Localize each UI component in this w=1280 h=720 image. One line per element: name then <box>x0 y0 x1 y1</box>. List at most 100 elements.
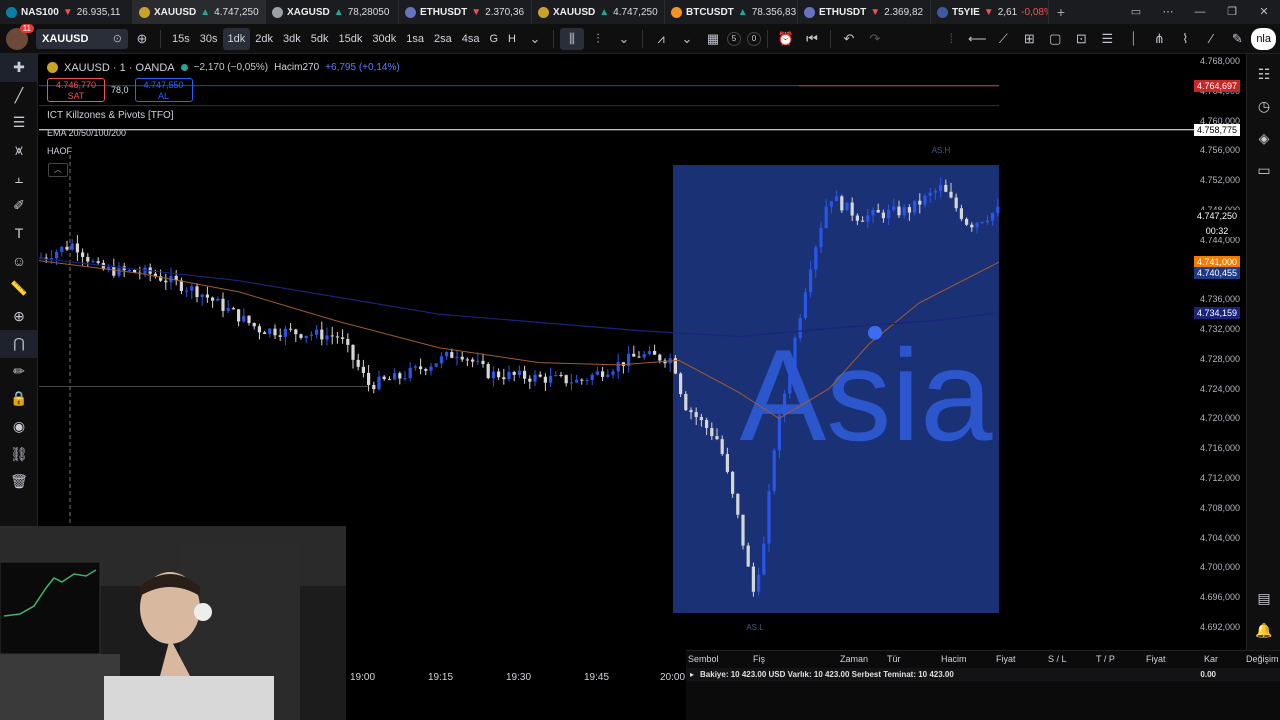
bar-chart-type-icon[interactable]: ⫶ <box>586 28 610 50</box>
orders-column-header[interactable]: S / L <box>1048 654 1067 664</box>
compare-icon[interactable]: ⊙ <box>113 32 122 45</box>
tab-btcusdt[interactable]: BTCUSDT ▲ 78.356,83 ✕ <box>665 0 798 24</box>
orders-column-header[interactable]: Değişim <box>1246 654 1279 664</box>
eye-icon[interactable]: ◉ <box>0 413 38 441</box>
tab-ethusdt[interactable]: ETHUSDT ▼ 2.369,82 ✕ <box>798 0 931 24</box>
more-icon[interactable]: ⋯ <box>1152 0 1184 24</box>
close-icon[interactable]: ✕ <box>1248 0 1280 24</box>
interval-3dk[interactable]: 3dk <box>278 28 306 50</box>
drag-handle-icon[interactable]: ⁞ <box>939 28 963 50</box>
chevron-down-icon[interactable]: ⌄ <box>523 28 547 50</box>
interval-1dk[interactable]: 1dk <box>222 27 251 50</box>
tab-nas100[interactable]: NAS100 ▼ 26.935,11 ✕ <box>0 0 133 24</box>
orders-column-header[interactable]: Tür <box>887 654 901 664</box>
pitchfork-icon[interactable]: ⋔ <box>1147 28 1171 50</box>
chevron-up-icon[interactable]: ︿ <box>48 163 68 177</box>
indicators-icon[interactable]: ⩘ <box>649 28 673 50</box>
user-avatar[interactable]: 11 <box>6 23 34 50</box>
orders-column-header[interactable]: Sembol <box>688 654 719 664</box>
ruler-icon[interactable]: 📏 <box>0 275 38 303</box>
sell-button[interactable]: 4.746,770 SAT <box>47 78 105 102</box>
watchlist-icon[interactable]: ☷ <box>1247 58 1280 90</box>
orders-column-header[interactable]: Fiyat <box>1146 654 1166 664</box>
trendline-icon[interactable]: ⟋ <box>991 28 1015 50</box>
layout-grid-icon[interactable]: ▦ <box>701 28 725 50</box>
buy-button[interactable]: 4.747,550 AL <box>134 78 193 102</box>
interval-15s[interactable]: 15s <box>167 28 195 50</box>
crosshair-icon[interactable]: ✚ <box>0 54 38 82</box>
redo-icon[interactable]: ↷ <box>863 28 887 50</box>
interval-2dk[interactable]: 2dk <box>250 28 278 50</box>
calendar-icon[interactable]: ▤ <box>1247 582 1280 614</box>
time-axis[interactable]: 19:00 19:15 19:30 19:45 20:00 <box>347 672 687 690</box>
maximize-icon[interactable]: ❐ <box>1216 0 1248 24</box>
lock-icon[interactable]: 🔒 <box>0 385 38 413</box>
horizontal-line-icon[interactable]: ⟵ <box>965 28 989 50</box>
zoom-in-icon[interactable]: ⊕ <box>0 302 38 330</box>
tab-xauusd[interactable]: XAUUSD ▲ 4.747,250 ✕ <box>133 0 266 24</box>
vertical-line-icon[interactable]: ⏐ <box>1121 28 1145 50</box>
expand-icon[interactable]: ▸ <box>690 670 694 679</box>
publish-button[interactable]: nla <box>1251 27 1276 50</box>
interval-30dk[interactable]: 30dk <box>367 28 401 50</box>
fib-tool-icon[interactable]: ☰ <box>0 109 38 137</box>
chevron-down-icon[interactable]: ⌄ <box>612 28 636 50</box>
cross-box-icon[interactable]: ⊡ <box>1069 28 1093 50</box>
alerts-clock-icon[interactable]: ◷ <box>1247 90 1280 122</box>
path-icon[interactable]: ⌇ <box>1173 28 1197 50</box>
emoji-tool-icon[interactable]: ☺ <box>0 247 38 275</box>
candles-chart-type-icon[interactable]: ⫼ <box>559 27 584 50</box>
interval-4sa[interactable]: 4sa <box>457 28 485 50</box>
orders-column-header[interactable]: T / P <box>1096 654 1115 664</box>
link-icon[interactable]: ⛓ <box>0 440 38 468</box>
orders-column-header[interactable]: Fiyat <box>996 654 1016 664</box>
tab-xauusd[interactable]: XAUUSD ▲ 4.747,250 ✕ <box>532 0 665 24</box>
undo-icon[interactable]: ↶ <box>837 28 861 50</box>
interval-5dk[interactable]: 5dk <box>306 28 334 50</box>
counter-a[interactable]: 5 <box>726 31 741 46</box>
replay-icon[interactable]: ⏮ <box>800 28 824 50</box>
orders-column-header[interactable]: Kar <box>1204 654 1218 664</box>
alert-icon[interactable]: ⏰ <box>774 28 798 50</box>
text-tool-icon[interactable]: T <box>0 220 38 248</box>
brush-tool-icon[interactable]: ✐ <box>0 192 38 220</box>
counter-b[interactable]: 0 <box>746 31 761 46</box>
grid-icon[interactable]: ⊞ <box>1017 28 1041 50</box>
brush-icon[interactable]: ⁄ <box>1199 28 1223 50</box>
tab-t5yie[interactable]: T5YIE ▼ 2,61 -0,08% ✕ <box>931 0 1049 24</box>
layers-icon[interactable]: ◈ <box>1247 122 1280 154</box>
trendline-tool-icon[interactable]: ╱ <box>0 82 38 110</box>
add-symbol-icon[interactable]: ⊕ <box>130 28 154 50</box>
rectangle-icon[interactable]: ▢ <box>1043 28 1067 50</box>
tab-ethusdt[interactable]: ETHUSDT ▼ 2.370,36 ✕ <box>399 0 532 24</box>
legend-title[interactable]: XAUUSD · 1 · OANDA <box>64 62 175 74</box>
fib-icon[interactable]: ☰ <box>1095 28 1119 50</box>
interval-30s[interactable]: 30s <box>195 28 223 50</box>
trash-icon[interactable]: 🗑 <box>0 468 38 496</box>
interval-15dk[interactable]: 15dk <box>334 28 368 50</box>
menu-icon[interactable]: ▭ <box>1120 0 1152 24</box>
chat-icon[interactable]: ▭ <box>1247 154 1280 186</box>
symbol-search-input[interactable]: XAUUSD ⊙ <box>36 28 128 49</box>
interval-H[interactable]: H <box>503 28 521 50</box>
indicator-ema[interactable]: EMA 20/50/100/200 <box>47 128 126 138</box>
indicator-haof[interactable]: HAOF <box>47 146 72 156</box>
chevron-down-icon[interactable]: ⌄ <box>675 28 699 50</box>
minimize-icon[interactable]: — <box>1184 0 1216 24</box>
orders-column-header[interactable]: Fiş <box>753 654 765 664</box>
price-axis[interactable]: 4.768,0004.764,0004.760,0004.756,0004.75… <box>1194 55 1246 655</box>
new-tab-icon[interactable]: + <box>1049 4 1073 20</box>
forecast-tool-icon[interactable]: ⫠ <box>0 164 38 192</box>
orders-column-header[interactable]: Hacim <box>941 654 967 664</box>
pattern-tool-icon[interactable]: ⩙ <box>0 137 38 165</box>
indicator-killzones[interactable]: ICT Killzones & Pivots [TFO] <box>47 110 174 121</box>
magnet-icon[interactable]: ⋂ <box>0 329 38 358</box>
interval-1sa[interactable]: 1sa <box>401 28 429 50</box>
pen-icon[interactable]: ✎ <box>1225 28 1249 50</box>
orders-column-header[interactable]: Zaman <box>840 654 868 664</box>
pencil-lock-icon[interactable]: ✏ <box>0 358 38 386</box>
interval-G[interactable]: G <box>484 28 503 50</box>
notifications-icon[interactable]: 🔔 <box>1247 614 1280 646</box>
interval-2sa[interactable]: 2sa <box>429 28 457 50</box>
tab-xagusd[interactable]: XAGUSD ▲ 78,28050 ✕ <box>266 0 399 24</box>
